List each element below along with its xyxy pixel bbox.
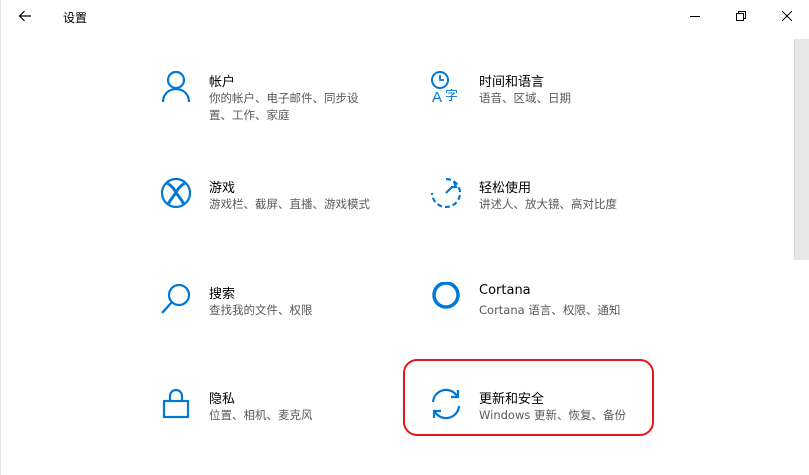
tile-description: 讲述人、放大镜、高对比度: [479, 197, 617, 211]
person-icon: [159, 70, 193, 104]
highlight-box: [403, 359, 654, 436]
tile-search[interactable]: 搜索 查找我的文件、权限: [159, 282, 409, 342]
title-bar: 设置: [1, 0, 809, 32]
tile-description: Cortana 语言、权限、通知: [479, 303, 621, 317]
window-title: 设置: [63, 11, 88, 25]
tile-title: 帐户: [209, 75, 236, 90]
tile-time-language[interactable]: A 字 时间和语言 语音、区域、日期: [429, 70, 679, 130]
tile-title: 搜索: [209, 287, 236, 302]
tile-title: 游戏: [209, 181, 236, 196]
tile-gaming[interactable]: 游戏 游戏栏、截屏、直播、游戏模式: [159, 176, 409, 236]
tile-title: 时间和语言: [479, 75, 545, 90]
tile-description: 查找我的文件、权限: [209, 303, 313, 317]
back-button[interactable]: [9, 0, 41, 32]
tile-title: 隐私: [209, 392, 236, 407]
minimize-icon: [690, 16, 700, 17]
tile-accounts[interactable]: 帐户 你的帐户、电子邮件、同步设置、工作、家庭: [159, 70, 409, 130]
restore-icon: [736, 11, 746, 21]
tile-cortana[interactable]: Cortana Cortana 语言、权限、通知: [429, 282, 679, 342]
svg-text:A: A: [432, 89, 442, 104]
back-arrow-icon: [18, 10, 31, 22]
window-controls: [672, 0, 809, 32]
xbox-icon: [159, 176, 193, 210]
tile-description: 语音、区域、日期: [479, 91, 571, 105]
tile-description: 你的帐户、电子邮件、同步设置、工作、家庭: [209, 91, 359, 122]
minimize-button[interactable]: [672, 0, 718, 32]
tile-description: 游戏栏、截屏、直播、游戏模式: [209, 197, 370, 211]
close-icon: [782, 11, 792, 21]
settings-window: 设置 帐户 你的帐户、电子邮件、同步设置、工作、家庭 A 字 时间和语言 语音、…: [0, 0, 809, 475]
cortana-icon: [429, 282, 463, 316]
lock-icon: [159, 387, 193, 421]
close-button[interactable]: [764, 0, 809, 32]
svg-text:字: 字: [445, 89, 458, 104]
ease-of-access-icon: [429, 176, 463, 210]
restore-button[interactable]: [718, 0, 764, 32]
tile-title: Cortana: [479, 283, 531, 298]
tile-title: 轻松使用: [479, 181, 532, 196]
time-language-icon: A 字: [429, 70, 463, 104]
tile-description: 位置、相机、麦克风: [209, 408, 313, 422]
tile-ease-of-access[interactable]: 轻松使用 讲述人、放大镜、高对比度: [429, 176, 679, 236]
scrollbar[interactable]: [792, 32, 809, 475]
tile-privacy[interactable]: 隐私 位置、相机、麦克风: [159, 387, 409, 447]
search-icon: [159, 282, 193, 316]
scroll-thumb[interactable]: [794, 39, 809, 260]
